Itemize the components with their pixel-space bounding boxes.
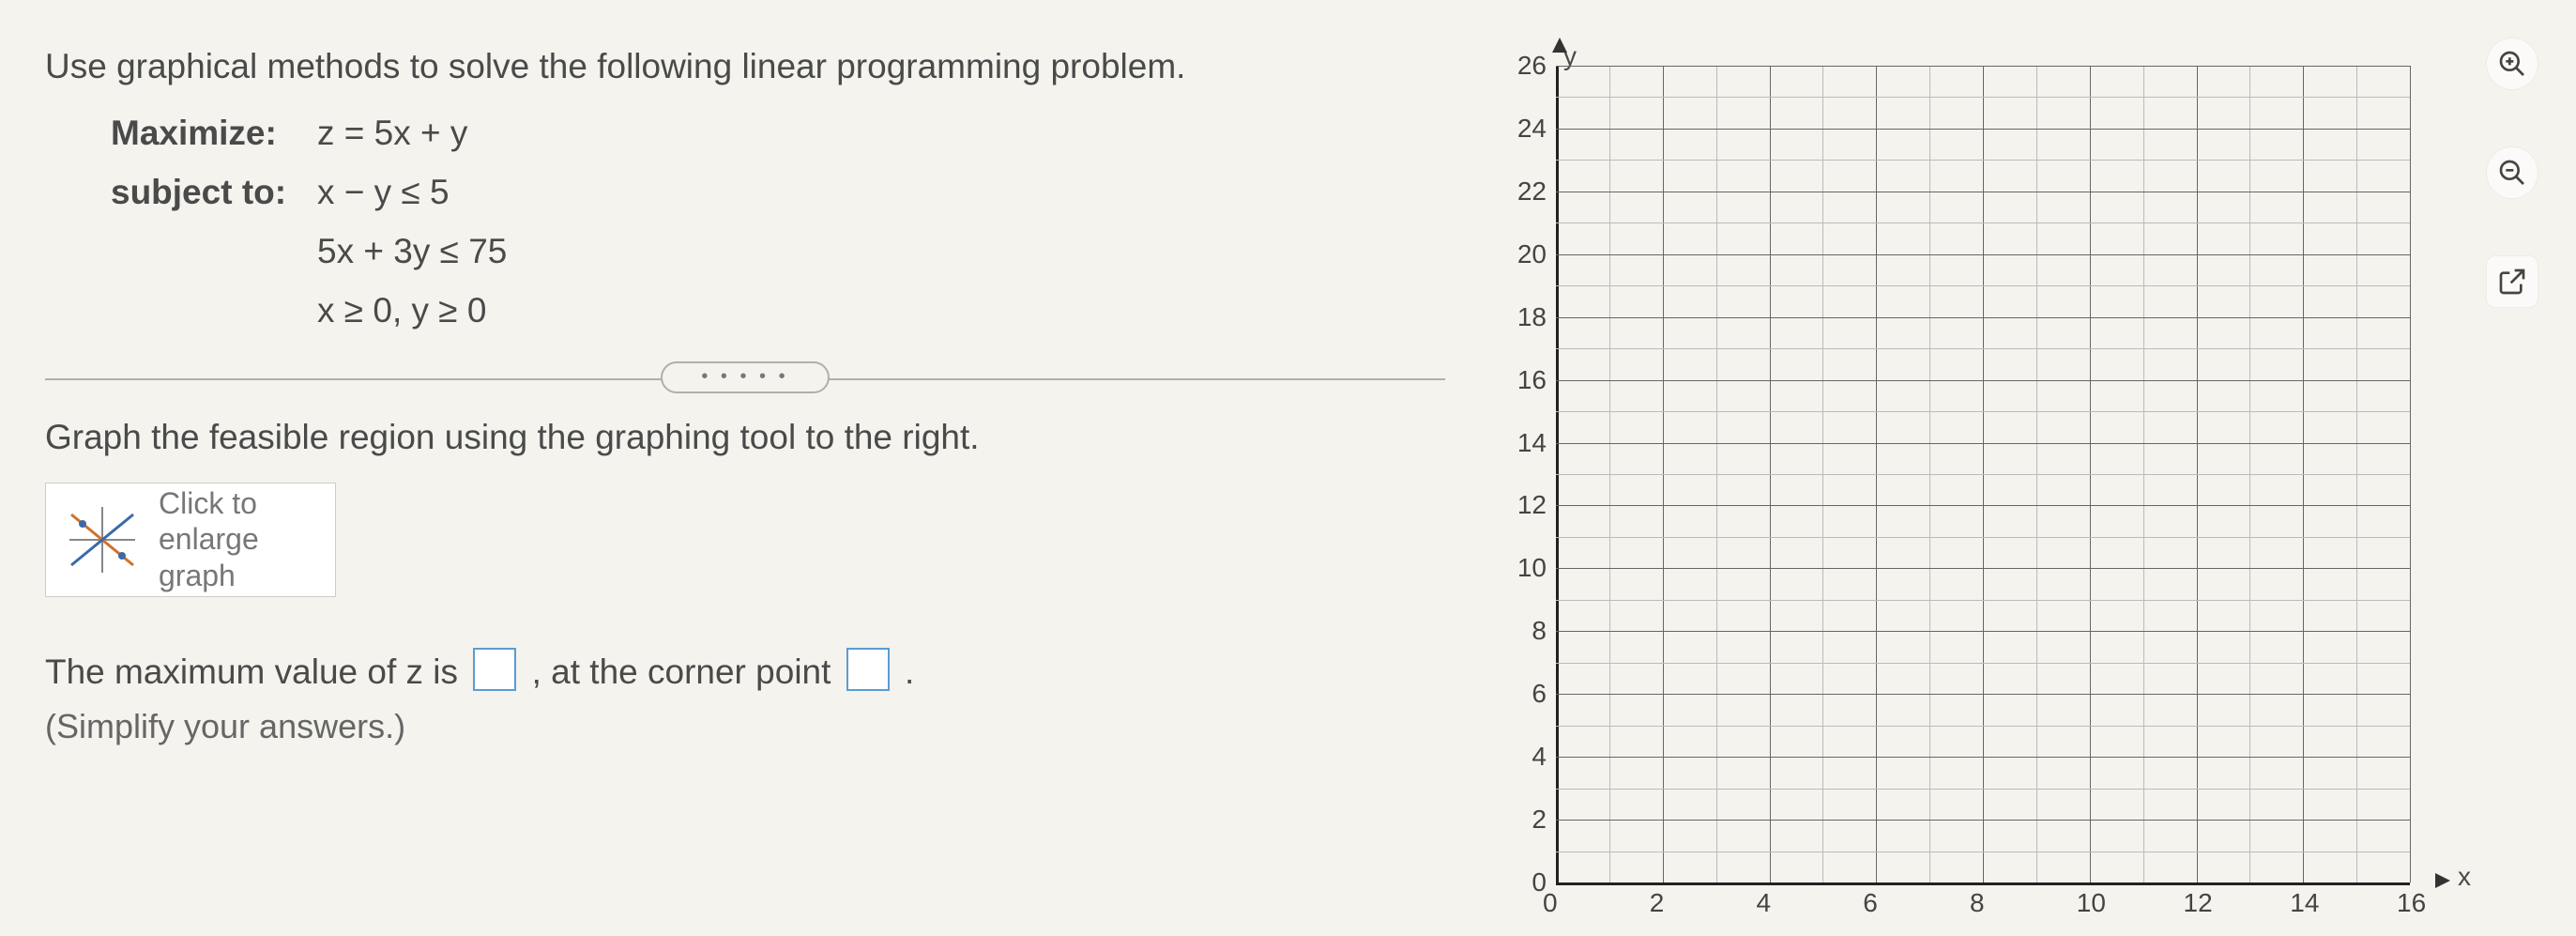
- constraint-3: x ≥ 0, y ≥ 0: [317, 282, 486, 341]
- y-tick-label: 14: [1500, 428, 1547, 458]
- y-tick-label: 2: [1500, 805, 1547, 835]
- x-tick-label: 6: [1863, 888, 1878, 918]
- y-tick-label: 6: [1500, 679, 1547, 709]
- x-tick-label: 2: [1650, 888, 1665, 918]
- open-in-new-icon[interactable]: [2486, 255, 2538, 308]
- zoom-out-icon[interactable]: [2486, 146, 2538, 199]
- subject-to-label: subject to:: [111, 163, 317, 222]
- maximize-label: Maximize:: [111, 104, 317, 163]
- constraint-1: x − y ≤ 5: [317, 163, 450, 222]
- enlarge-graph-icon: [46, 483, 159, 596]
- math-constraints: Maximize: z = 5x + y subject to: x − y ≤…: [45, 104, 1445, 341]
- y-tick-label: 26: [1500, 51, 1547, 81]
- y-tick-label: 10: [1500, 553, 1547, 583]
- y-tick-label: 20: [1500, 239, 1547, 269]
- expand-pill-button[interactable]: • • • • •: [661, 361, 830, 393]
- x-tick-label: 0: [1543, 888, 1558, 918]
- x-tick-label: 12: [2184, 888, 2213, 918]
- graph-instruction: Graph the feasible region using the grap…: [45, 408, 1445, 466]
- answer-hint: (Simplify your answers.): [45, 707, 1445, 746]
- y-tick-label: 24: [1500, 114, 1547, 144]
- enlarge-line-3: graph: [159, 558, 259, 593]
- maximize-expression: z = 5x + y: [317, 104, 467, 163]
- zoom-in-icon[interactable]: [2486, 38, 2538, 90]
- graphing-tool[interactable]: y x 02468101214161820222426 024681012141…: [1500, 38, 2443, 901]
- answer-text-2: , at the corner point: [532, 652, 841, 691]
- y-tick-label: 16: [1500, 365, 1547, 395]
- enlarge-line-2: enlarge: [159, 521, 259, 557]
- answer-input-zvalue[interactable]: [473, 648, 516, 691]
- problem-prompt: Use graphical methods to solve the follo…: [45, 38, 1445, 95]
- enlarge-graph-button[interactable]: Click to enlarge graph: [45, 483, 336, 597]
- y-tick-label: 8: [1500, 616, 1547, 646]
- x-axis-label: x: [2458, 862, 2471, 892]
- x-tick-label: 10: [2077, 888, 2106, 918]
- y-tick-label: 0: [1500, 867, 1547, 898]
- x-tick-label: 4: [1757, 888, 1772, 918]
- answer-text-1: The maximum value of z is: [45, 652, 467, 691]
- answer-text-3: .: [905, 652, 914, 691]
- constraint-2: 5x + 3y ≤ 75: [317, 222, 507, 282]
- y-tick-label: 18: [1500, 302, 1547, 332]
- y-tick-label: 22: [1500, 176, 1547, 207]
- answer-sentence: The maximum value of z is , at the corne…: [45, 644, 1445, 699]
- answer-input-point[interactable]: [846, 648, 890, 691]
- x-tick-label: 16: [2397, 888, 2426, 918]
- x-tick-label: 14: [2290, 888, 2319, 918]
- y-tick-label: 4: [1500, 742, 1547, 772]
- enlarge-line-1: Click to: [159, 485, 259, 521]
- y-tick-label: 12: [1500, 490, 1547, 520]
- x-tick-label: 8: [1970, 888, 1985, 918]
